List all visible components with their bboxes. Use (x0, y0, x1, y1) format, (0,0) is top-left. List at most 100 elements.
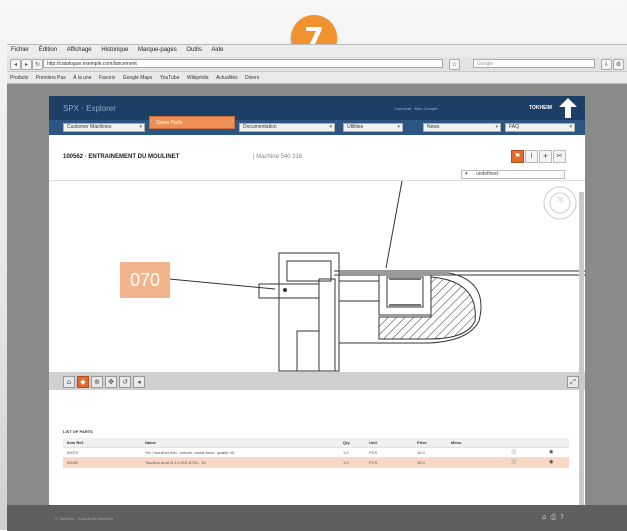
cell-name: Vis / moulinet élec. entraîn. axiale fon… (145, 450, 235, 455)
menu-edit[interactable]: Édition (39, 47, 57, 53)
fullscreen-icon[interactable]: ⤢ (567, 376, 579, 388)
search-input[interactable]: Google (473, 59, 595, 68)
select-label: Utilities (347, 124, 364, 130)
view-filter-select[interactable]: ▾ undefined (461, 170, 565, 179)
reload-icon[interactable]: ↻ (32, 59, 43, 70)
dropdown-arrow-icon: ▾ (465, 171, 468, 177)
parts-list-title: LIST OF PARTS (63, 429, 93, 434)
table-header-row: Item Ref. Name Qty Unit Price Menu (63, 438, 569, 448)
document-title: 100562 · ENTRAINEMENT DU MOULINET (63, 154, 180, 160)
documentation-select[interactable]: Documentation ▾ (239, 123, 335, 132)
spare-parts-menu-item[interactable]: Spare Parts (149, 116, 235, 129)
zoom-compass-label[interactable]: 70 (551, 198, 569, 204)
select-label: FAQ (509, 124, 520, 130)
cart-icon[interactable]: 🛒 (511, 449, 517, 455)
customer-machines-select[interactable]: Customer Machines ▾ (63, 123, 145, 132)
browser-content: SPX · Explorer Connecté · Mon Compte TOK… (7, 84, 627, 531)
add-icon[interactable]: + (539, 150, 552, 163)
column-header[interactable]: Name (145, 440, 156, 445)
eye-icon[interactable]: ◉ (549, 459, 553, 465)
menu-tools[interactable]: Outils (186, 47, 201, 53)
cart-icon[interactable]: 🛒 (511, 459, 517, 465)
pan-icon[interactable]: ✥ (105, 376, 117, 388)
app-title: SPX · Explorer (63, 104, 116, 113)
page-footer: © Tokheim · Tous droits réservés ⌂⎙? (7, 505, 627, 531)
forward-arrow-icon[interactable]: ▸ (21, 59, 32, 70)
table-row-selected[interactable]: 00050 Tourillon droit Ø 2.0 ISO 8734 - 1… (63, 458, 569, 468)
settings-gear-icon[interactable]: ⚙ (613, 59, 624, 70)
download-icon[interactable]: ⇩ (601, 59, 612, 70)
browser-navbar: ◂ ▸ ↻ http://catalogue.exemple.com/lance… (7, 57, 627, 72)
info-icon[interactable]: i (525, 150, 538, 163)
menu-help[interactable]: Aide (211, 47, 223, 53)
table-row[interactable]: 00070 Vis / moulinet élec. entraîn. axia… (63, 448, 569, 458)
faq-select[interactable]: FAQ ▾ (505, 123, 575, 132)
application-panel: SPX · Explorer Connecté · Mon Compte TOK… (49, 96, 585, 514)
browser-menubar: Fichier Édition Affichage Historique Mar… (7, 45, 627, 57)
bookmark-item[interactable]: À la une (73, 75, 91, 81)
news-select[interactable]: News ▾ (423, 123, 501, 132)
cell-ref: 00070 (67, 450, 79, 455)
browser-window: Fichier Édition Affichage Historique Mar… (7, 44, 627, 531)
bookmark-item[interactable]: YouTube (160, 75, 180, 81)
document-subtitle: | Machine 540 316 (253, 154, 303, 160)
parts-table: Item Ref. Name Qty Unit Price Menu 00070… (63, 438, 569, 468)
dropdown-arrow-icon: ▾ (397, 124, 400, 130)
star-icon[interactable]: ☆ (449, 59, 460, 70)
menu-view[interactable]: Affichage (67, 47, 92, 53)
select-label: News (427, 124, 440, 130)
part-callout-label[interactable]: 070 (120, 262, 170, 298)
cell-qty: 1.0 (343, 460, 349, 465)
print-icon[interactable]: ⎙ (550, 513, 560, 521)
back-arrow-icon[interactable]: ◂ (10, 59, 21, 70)
bookmarks-bar: Produits Premiers Pas À la une Favoris G… (7, 72, 627, 84)
app-header: SPX · Explorer Connecté · Mon Compte TOK… (49, 96, 585, 120)
rotate-icon[interactable]: ↺ (119, 376, 131, 388)
brand-arrow-logo-icon (559, 98, 577, 118)
cell-unit: PCS (369, 460, 378, 465)
footer-icons: ⌂⎙? (542, 513, 568, 522)
bookmark-item[interactable]: Favoris (99, 75, 115, 81)
menu-history[interactable]: Historique (101, 47, 128, 53)
column-header[interactable]: Qty (343, 440, 350, 445)
menu-file[interactable]: Fichier (11, 47, 29, 53)
flag-icon[interactable]: ⚑ (511, 150, 524, 163)
cell-name: Tourillon droit Ø 2.0 ISO 8734 - 10 (145, 460, 206, 465)
column-header[interactable]: Unit (369, 440, 377, 445)
dropdown-arrow-icon: ▾ (329, 124, 332, 130)
drawing-viewer[interactable]: 070 70 (49, 180, 585, 374)
viewer-controls-bar: ⌂ ◆ ⊕ ✥ ↺ ◂ ⤢ (49, 372, 585, 390)
bookmark-item[interactable]: Google Maps (123, 75, 153, 81)
app-toolbar: Customer Machines ▾ Documentation ▾ Utilit… (49, 120, 585, 135)
cell-ref: 00050 (67, 460, 79, 465)
cell-price: 16.0 (417, 450, 425, 455)
eye-icon[interactable]: ◉ (549, 449, 553, 455)
bookmark-item[interactable]: Divers (245, 75, 259, 81)
bookmark-item[interactable]: Produits (10, 75, 28, 81)
dropdown-arrow-icon: ▾ (495, 124, 498, 130)
bookmark-item[interactable]: Premiers Pas (36, 75, 66, 81)
filter-label: undefined (476, 171, 498, 177)
page-scrollbar[interactable] (579, 192, 584, 522)
menu-bookmarks[interactable]: Marque-pages (138, 47, 177, 53)
bookmark-item[interactable]: Wikipédia (187, 75, 209, 81)
help-icon[interactable]: ? (560, 513, 568, 521)
footer-copyright: © Tokheim · Tous droits réservés (55, 516, 114, 521)
cell-price: 18.0 (417, 460, 425, 465)
select-label: Documentation (243, 124, 277, 130)
select-icon[interactable]: ◆ (77, 376, 89, 388)
utilities-select[interactable]: Utilities ▾ (343, 123, 403, 132)
url-input[interactable]: http://catalogue.exemple.com/lancement (43, 59, 443, 68)
prev-view-icon[interactable]: ◂ (133, 376, 145, 388)
bookmark-item[interactable]: Actualités (216, 75, 238, 81)
zoom-icon[interactable]: ⊕ (91, 376, 103, 388)
user-info[interactable]: Connecté · Mon Compte (394, 106, 438, 111)
cell-qty: 1.0 (343, 450, 349, 455)
column-header[interactable]: Item Ref. (67, 440, 84, 445)
brand-name: TOKHEIM (529, 105, 552, 111)
select-label: Customer Machines (67, 124, 112, 130)
column-header[interactable]: Menu (451, 440, 461, 445)
home-icon[interactable]: ⌂ (63, 376, 75, 388)
tools-icon[interactable]: ✂ (553, 150, 566, 163)
column-header[interactable]: Price (417, 440, 427, 445)
